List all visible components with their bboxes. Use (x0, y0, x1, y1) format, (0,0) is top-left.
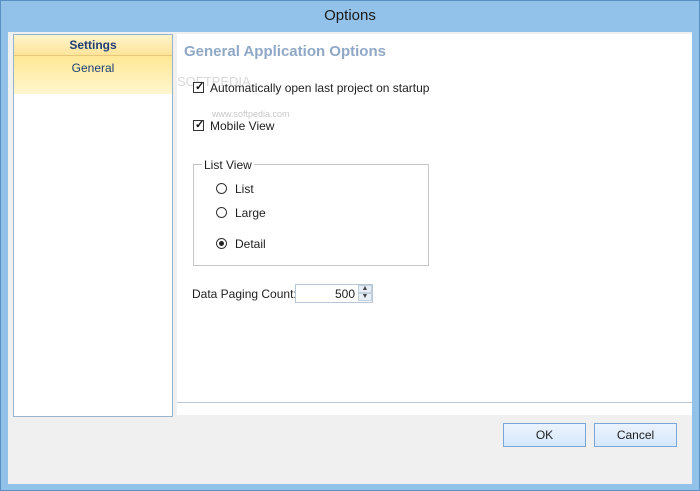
ok-button[interactable]: OK (503, 423, 586, 447)
stepper-buttons: ▲ ▼ (358, 285, 372, 302)
window-title: Options (324, 7, 376, 24)
options-content-panel: General Application Options SOFTPEDIA ww… (177, 34, 692, 415)
paging-count-stepper[interactable]: 500 ▲ ▼ (295, 284, 373, 303)
radio-selected-dot (219, 241, 224, 246)
chevron-up-icon: ▲ (361, 285, 369, 292)
detail-radio-label[interactable]: Detail (235, 237, 266, 251)
large-radio[interactable] (216, 207, 227, 218)
dialog-client-area: Settings General General Application Opt… (8, 32, 692, 484)
cancel-button[interactable]: Cancel (594, 423, 677, 447)
detail-radio[interactable] (216, 238, 227, 249)
options-window: Options Settings General General Applica… (0, 0, 700, 491)
sidebar-item-general[interactable]: General (14, 56, 172, 94)
list-radio[interactable] (216, 183, 227, 194)
paging-count-value[interactable]: 500 (335, 287, 355, 301)
checkmark-icon: ✓ (195, 119, 205, 131)
list-view-group: List View List Large Detail (193, 158, 429, 266)
mobile-view-checkbox[interactable]: ✓ (193, 119, 205, 131)
auto-open-checkbox[interactable]: ✓ (193, 81, 205, 93)
chevron-down-icon: ▼ (361, 293, 369, 300)
list-view-legend: List View (202, 158, 254, 172)
settings-nav-panel: Settings General (13, 34, 173, 417)
list-radio-label[interactable]: List (235, 182, 254, 196)
stepper-up-button[interactable]: ▲ (358, 285, 372, 293)
settings-header: Settings (14, 35, 172, 56)
auto-open-label[interactable]: Automatically open last project on start… (210, 81, 429, 95)
large-radio-label[interactable]: Large (235, 206, 266, 220)
panel-divider (177, 402, 692, 403)
checkmark-icon: ✓ (195, 81, 205, 93)
section-title: General Application Options (184, 43, 386, 60)
mobile-view-label[interactable]: Mobile View (210, 119, 274, 133)
stepper-down-button[interactable]: ▼ (358, 293, 372, 301)
paging-count-label: Data Paging Count: (192, 287, 297, 301)
title-bar[interactable]: Options (1, 1, 699, 32)
watermark-url: www.softpedia.com (212, 109, 290, 119)
sidebar-item-label: General (71, 61, 115, 75)
